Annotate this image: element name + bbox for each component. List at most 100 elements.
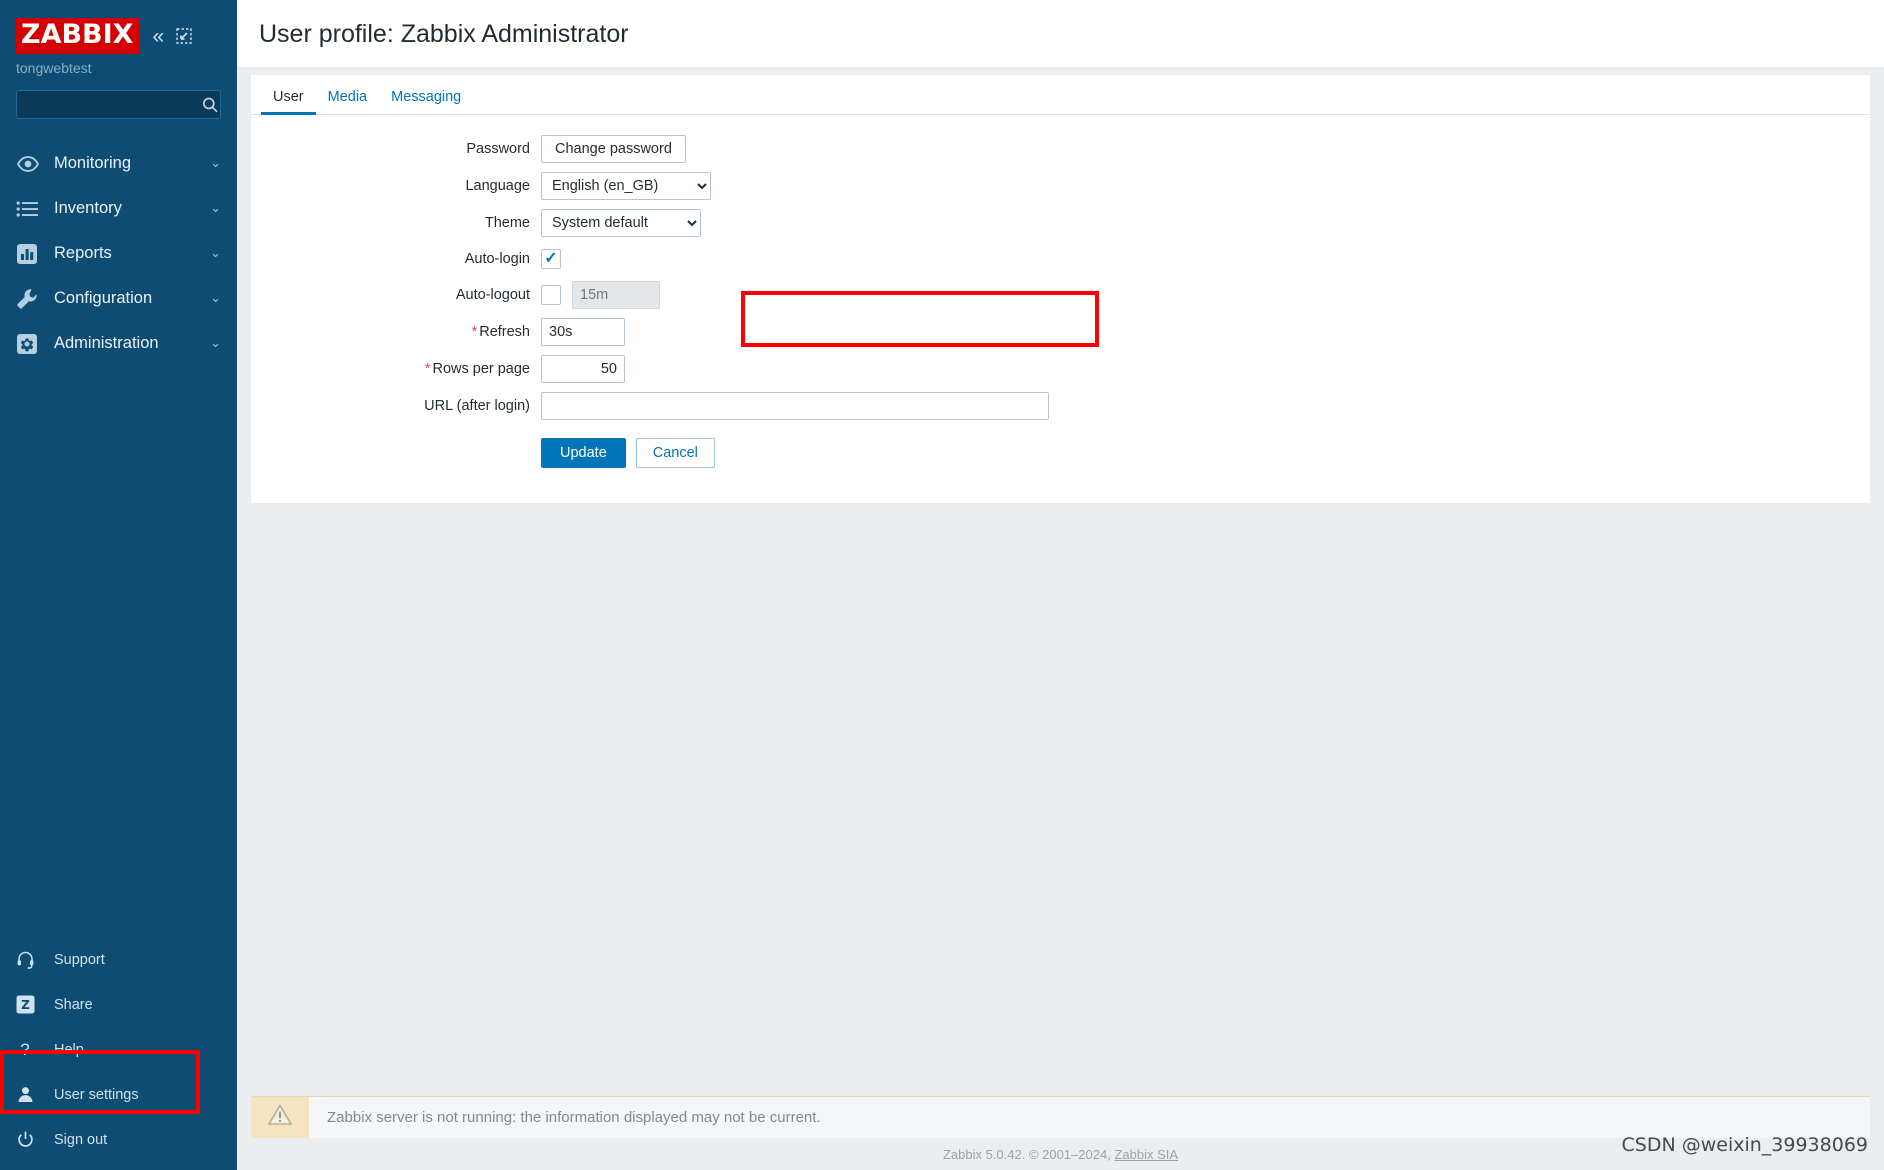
refresh-label: * Refresh: [251, 324, 541, 340]
sidebar-item-administration[interactable]: Administration ⌄: [0, 321, 237, 366]
gear-icon: [16, 332, 44, 356]
theme-control: System default: [541, 209, 701, 237]
chevron-down-icon[interactable]: ⌄: [210, 291, 221, 306]
refresh-control: [541, 318, 625, 346]
required-marker: *: [471, 324, 478, 340]
svg-text:?: ?: [20, 1040, 29, 1059]
sidebar-nav-main: Monitoring ⌄ Inventory ⌄ Reports ⌄ Confi…: [0, 141, 237, 366]
sidebar-item-help[interactable]: ? Help: [0, 1027, 237, 1072]
user-profile-form: Password Change password Language Englis…: [251, 115, 1870, 503]
cancel-button[interactable]: Cancel: [635, 438, 715, 468]
search-input[interactable]: [25, 97, 201, 112]
warning-icon-cell: [251, 1097, 309, 1138]
tab-messaging[interactable]: Messaging: [379, 79, 473, 114]
form-actions: Update Cancel: [541, 438, 715, 468]
form-row-auto-login: Auto-login ✓: [251, 246, 1870, 272]
sidebar-item-label: Configuration: [54, 289, 153, 307]
sidebar-item-monitoring[interactable]: Monitoring ⌄: [0, 141, 237, 186]
sidebar-item-label: Share: [54, 996, 93, 1013]
required-marker: *: [424, 361, 431, 377]
change-password-button[interactable]: Change password: [541, 135, 686, 163]
update-button[interactable]: Update: [541, 438, 626, 468]
chevron-down-icon[interactable]: ⌄: [210, 336, 221, 351]
language-select[interactable]: English (en_GB): [541, 172, 711, 200]
person-icon: [16, 1083, 44, 1107]
form-row-refresh: * Refresh: [251, 318, 1870, 346]
sidebar: ZABBIX « tongwebtest Monitoring ⌄ Invent…: [0, 0, 237, 1170]
zabbix-sia-link[interactable]: Zabbix SIA: [1114, 1147, 1178, 1162]
url-after-login-input[interactable]: [541, 392, 1049, 420]
bar-chart-icon: [16, 242, 44, 266]
search-icon[interactable]: [201, 96, 219, 114]
auto-logout-checkbox[interactable]: [541, 285, 561, 305]
chevron-down-icon[interactable]: ⌄: [210, 201, 221, 216]
url-after-login-control: [541, 392, 1049, 420]
server-name: tongwebtest: [16, 60, 92, 76]
chevron-down-icon[interactable]: ⌄: [210, 156, 221, 171]
headset-icon: [16, 948, 44, 972]
checkmark-icon: ✓: [544, 250, 558, 267]
zabbix-z-icon: Z: [16, 993, 44, 1017]
sidebar-item-label: Administration: [54, 334, 159, 352]
sidebar-item-label: Support: [54, 951, 105, 968]
sidebar-nav-bottom: Support Z Share ? Help User settings Sig…: [0, 937, 237, 1170]
warning-triangle-icon: [267, 1103, 293, 1132]
double-chevron-left-icon[interactable]: «: [153, 26, 165, 47]
page-title: User profile: Zabbix Administrator: [259, 20, 629, 48]
main-content: User profile: Zabbix Administrator User …: [237, 0, 1884, 1170]
chevron-down-icon[interactable]: ⌄: [210, 246, 221, 261]
list-icon: [16, 197, 44, 221]
eye-icon: [16, 152, 44, 176]
search-field[interactable]: [16, 90, 221, 119]
page-header: User profile: Zabbix Administrator: [237, 0, 1884, 67]
sidebar-item-label: Monitoring: [54, 154, 132, 172]
sidebar-item-reports[interactable]: Reports ⌄: [0, 231, 237, 276]
sidebar-header: ZABBIX « tongwebtest: [0, 0, 237, 119]
tab-user[interactable]: User: [261, 79, 316, 115]
rows-per-page-label: * Rows per page: [251, 361, 541, 377]
form-row-theme: Theme System default: [251, 209, 1870, 237]
auto-login-checkbox[interactable]: ✓: [541, 249, 561, 269]
form-row-url-after-login: URL (after login): [251, 392, 1870, 420]
sidebar-item-user-settings[interactable]: User settings: [0, 1072, 237, 1117]
sidebar-item-label: Reports: [54, 244, 112, 262]
auto-logout-input[interactable]: [572, 281, 660, 309]
search-container: [0, 76, 237, 119]
form-actions-row: Update Cancel: [251, 438, 1870, 468]
power-icon: [16, 1128, 44, 1152]
form-row-language: Language English (en_GB): [251, 172, 1870, 200]
url-after-login-label: URL (after login): [424, 398, 530, 414]
tab-media[interactable]: Media: [316, 79, 380, 114]
server-warning-text: Zabbix server is not running: the inform…: [327, 1109, 821, 1126]
rows-per-page-label-text: Rows per page: [432, 361, 530, 377]
zabbix-logo[interactable]: ZABBIX: [16, 18, 139, 54]
password-control: Change password: [541, 135, 686, 163]
footer-credit-text: Zabbix 5.0.42. © 2001–2024,: [942, 1147, 1115, 1162]
form-row-rows-per-page: * Rows per page: [251, 355, 1870, 383]
collapse-window-icon[interactable]: [175, 27, 193, 45]
tabstrip-wrapper: User Media Messaging: [237, 67, 1884, 115]
theme-label: Theme: [484, 215, 530, 231]
auto-logout-label: Auto-logout: [455, 287, 530, 303]
svg-text:Z: Z: [21, 998, 30, 1012]
sidebar-item-inventory[interactable]: Inventory ⌄: [0, 186, 237, 231]
rows-per-page-input[interactable]: [541, 355, 625, 383]
refresh-input[interactable]: [541, 318, 625, 346]
sidebar-item-sign-out[interactable]: Sign out: [0, 1117, 237, 1162]
sidebar-item-configuration[interactable]: Configuration ⌄: [0, 276, 237, 321]
rows-per-page-control: [541, 355, 625, 383]
language-label: Language: [465, 178, 530, 194]
password-label: Password: [466, 141, 530, 157]
auto-login-control: ✓: [541, 249, 561, 269]
form-row-auto-logout: Auto-logout: [251, 281, 1870, 309]
theme-select[interactable]: System default: [541, 209, 701, 237]
sidebar-item-share[interactable]: Z Share: [0, 982, 237, 1027]
refresh-label-text: Refresh: [479, 324, 530, 340]
logo-row: ZABBIX «: [0, 10, 237, 54]
sidebar-item-label: Inventory: [54, 199, 122, 217]
sidebar-item-label: User settings: [54, 1086, 139, 1103]
question-mark-icon: ?: [16, 1038, 44, 1062]
form-row-password: Password Change password: [251, 135, 1870, 163]
sidebar-item-support[interactable]: Support: [0, 937, 237, 982]
auto-login-label: Auto-login: [464, 251, 530, 267]
